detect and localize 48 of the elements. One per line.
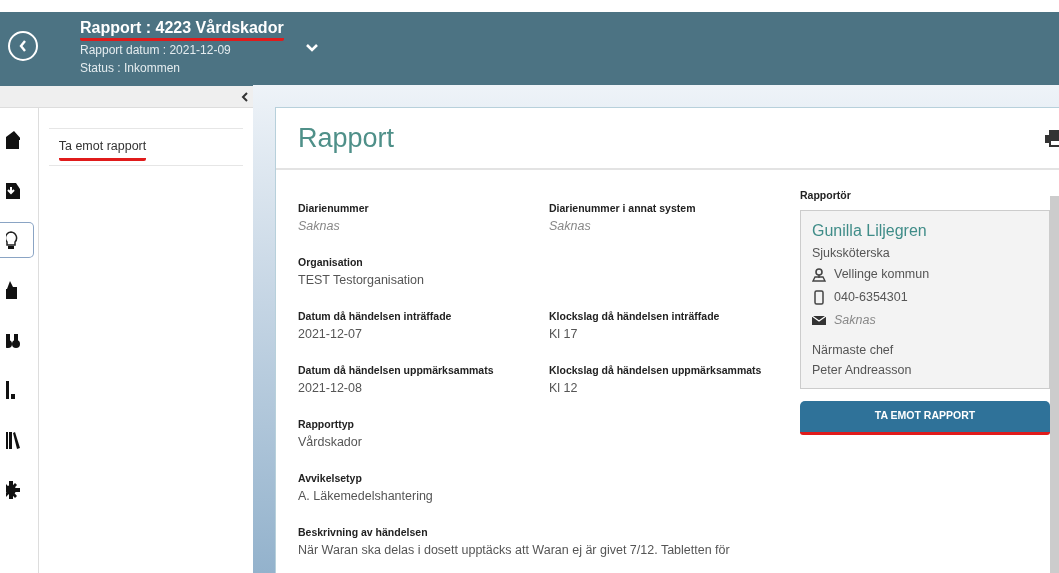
page-title: Rapport : 4223 Vårdskador <box>80 16 284 41</box>
field-label: Avvikelsetyp <box>298 471 363 486</box>
scrollbar[interactable] <box>1050 196 1059 573</box>
field-value: A. Läkemedelshantering <box>298 488 434 505</box>
report-title: Rapport <box>298 121 395 155</box>
home-icon <box>6 131 20 149</box>
field-value: TEST Testorganisation <box>298 272 425 289</box>
field-label: Rapporttyp <box>298 417 355 432</box>
location-icon <box>812 266 826 282</box>
report-date: Rapport datum : 2021-12-09 <box>80 42 232 59</box>
field-value: När Waran ska delas i dosett upptäcks att Waran ej är givet 7/12. Tabletten för <box>298 542 731 559</box>
contact-text: Saknas <box>834 311 876 329</box>
field-label: Klockslag då händelsen inträffade <box>549 309 721 324</box>
section-heading: Rapportör <box>800 188 852 203</box>
back-button[interactable] <box>8 31 38 61</box>
menu-item[interactable]: Ta emot rapport <box>58 137 147 161</box>
manager-name: Peter Andreasson <box>812 361 913 379</box>
manager-label: Närmaste chef <box>812 341 895 359</box>
receive-report-button[interactable]: TA EMOT RAPPORT <box>800 400 1050 435</box>
thumbs-up-icon <box>6 281 20 299</box>
lightbulb-icon <box>6 231 20 249</box>
chevron-left-icon <box>241 92 249 103</box>
binoculars-icon <box>6 331 20 349</box>
field-value: 2021-12-08 <box>298 380 363 397</box>
chevron-left-icon <box>19 40 27 52</box>
field-label: Datum då händelsen uppmärksammats <box>298 363 495 378</box>
contact-text: 040-6354301 <box>834 288 908 306</box>
field-label: Diarienummer i annat system <box>549 201 697 216</box>
nav-button[interactable] <box>0 222 34 258</box>
field-label: Diarienummer <box>298 201 370 216</box>
field-value: 2021-12-07 <box>298 326 363 343</box>
field-value: Saknas <box>298 218 341 235</box>
books-icon <box>6 431 20 449</box>
contact-text: Vellinge kommun <box>834 265 930 283</box>
inbox-icon <box>6 181 20 199</box>
field-value: Kl 12 <box>549 380 579 397</box>
reporter-role: Sjuksköterska <box>812 244 891 262</box>
field-value: Kl 17 <box>549 326 579 343</box>
field-label: Klockslag då händelsen uppmärksammats <box>549 363 763 378</box>
field-value: Saknas <box>549 218 592 235</box>
field-label: Organisation <box>298 255 364 270</box>
reporter-name: Gunilla Liljegren <box>812 220 928 241</box>
field-label: Datum då händelsen inträffade <box>298 309 453 324</box>
report-status: Status : Inkommen <box>80 60 182 77</box>
chevron-down-icon <box>305 43 318 52</box>
phone-icon <box>812 289 826 305</box>
field-label: Beskrivning av händelsen <box>298 525 429 540</box>
field-value: Vårdskador <box>298 434 363 451</box>
